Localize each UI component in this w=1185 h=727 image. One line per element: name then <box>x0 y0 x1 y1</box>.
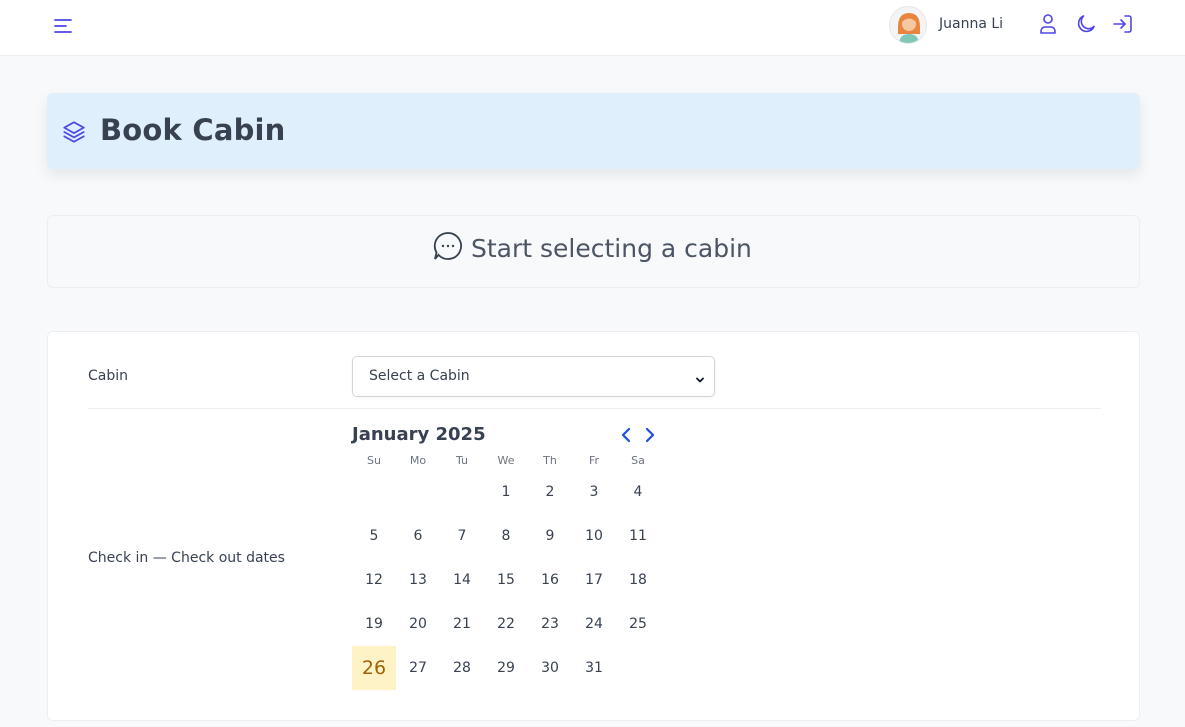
cabin-select[interactable]: Select a Cabin <box>352 356 715 397</box>
empty-state-text: Start selecting a cabin <box>471 234 752 263</box>
calendar-day[interactable]: 14 <box>440 558 484 602</box>
calendar-day[interactable]: 2 <box>528 470 572 514</box>
calendar-day[interactable]: 21 <box>440 602 484 646</box>
calendar-day[interactable]: 28 <box>440 646 484 690</box>
calendar-day[interactable]: 12 <box>352 558 396 602</box>
calendar-day[interactable]: 15 <box>484 558 528 602</box>
calendar-day[interactable]: 19 <box>352 602 396 646</box>
empty-state: Start selecting a cabin <box>47 215 1140 288</box>
cabin-label: Cabin <box>88 368 129 384</box>
page-title: Book Cabin <box>100 113 286 147</box>
top-bar: Juanna Li <box>0 0 1185 56</box>
layers-icon <box>61 119 87 145</box>
moon-icon[interactable] <box>1074 12 1098 36</box>
calendar-day[interactable]: 5 <box>352 514 396 558</box>
weekday-label: Th <box>543 454 557 467</box>
cabin-select-value: Select a Cabin <box>369 368 470 384</box>
calendar-day[interactable]: 6 <box>396 514 440 558</box>
calendar-day[interactable]: 10 <box>572 514 616 558</box>
calendar-day[interactable]: 1 <box>484 470 528 514</box>
calendar-month-label: January 2025 <box>352 424 486 445</box>
calendar-day[interactable]: 20 <box>396 602 440 646</box>
booking-form: Cabin Select a Cabin Check in — Check ou… <box>47 331 1140 721</box>
chevron-down-icon <box>694 371 706 383</box>
calendar-day[interactable]: 30 <box>528 646 572 690</box>
menu-icon[interactable] <box>52 14 76 38</box>
calendar-day[interactable]: 22 <box>484 602 528 646</box>
calendar-day[interactable]: 31 <box>572 646 616 690</box>
calendar-day[interactable]: 17 <box>572 558 616 602</box>
calendar-day[interactable]: 9 <box>528 514 572 558</box>
chat-bubble-icon <box>432 230 464 262</box>
calendar-day[interactable]: 18 <box>616 558 660 602</box>
calendar-day-today[interactable]: 26 <box>352 646 396 690</box>
weekday-label: Su <box>367 454 381 467</box>
calendar-day[interactable]: 24 <box>572 602 616 646</box>
calendar-day[interactable]: 4 <box>616 470 660 514</box>
logout-icon[interactable] <box>1111 12 1135 36</box>
user-name[interactable]: Juanna Li <box>939 16 1003 32</box>
calendar-day[interactable]: 25 <box>616 602 660 646</box>
calendar-day[interactable]: 27 <box>396 646 440 690</box>
weekday-label: Fr <box>588 454 600 467</box>
avatar <box>889 6 927 44</box>
calendar-day[interactable]: 7 <box>440 514 484 558</box>
calendar-day[interactable]: 29 <box>484 646 528 690</box>
calendar-day[interactable]: 13 <box>396 558 440 602</box>
divider <box>88 408 1101 409</box>
date-picker: January 2025 Su Mo Tu We Th Fr Sa 1 2 3 4 5 6 7 8 9 10 11… <box>352 422 662 712</box>
calendar-day[interactable]: 23 <box>528 602 572 646</box>
weekday-label: Tu <box>455 454 469 467</box>
weekday-label: Mo <box>409 454 427 467</box>
chevron-right-icon[interactable] <box>642 426 658 444</box>
chevron-left-icon[interactable] <box>618 426 634 444</box>
calendar-day[interactable]: 8 <box>484 514 528 558</box>
dates-label: Check in — Check out dates <box>88 550 285 566</box>
page-header: Book Cabin <box>47 93 1140 169</box>
user-icon[interactable] <box>1036 12 1060 36</box>
calendar-day[interactable]: 16 <box>528 558 572 602</box>
calendar-day[interactable]: 3 <box>572 470 616 514</box>
weekday-label: We <box>497 454 515 467</box>
calendar-day[interactable]: 11 <box>616 514 660 558</box>
weekday-label: Sa <box>631 454 645 467</box>
